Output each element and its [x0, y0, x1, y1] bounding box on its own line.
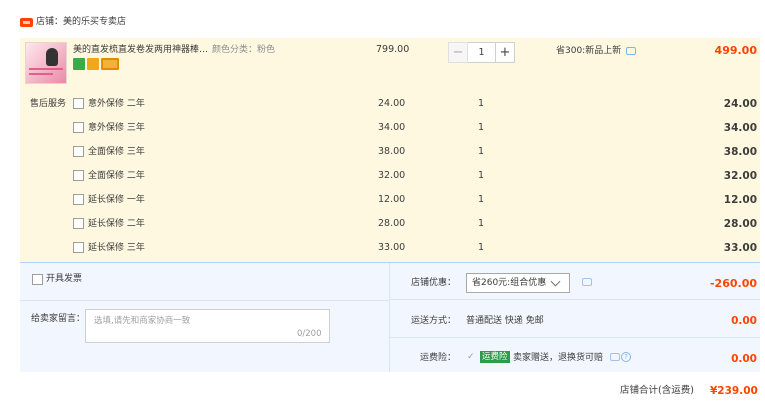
message-label: 给卖家留言：: [31, 314, 86, 324]
service-price: 28.00: [378, 218, 406, 229]
service-name: 延长保修 二年: [88, 219, 145, 229]
service-price: 33.00: [378, 242, 406, 253]
service-row: 意外保修 三年 34.00 1 34.00: [0, 120, 765, 136]
shipping-method: 普通配送 快递 免邮: [466, 316, 544, 326]
service-price: 24.00: [378, 98, 406, 109]
service-row: 延长保修 三年 33.00 1 33.00: [0, 240, 765, 256]
discount-amount: -260.00: [709, 277, 757, 290]
shop-name-link[interactable]: 店铺：美的乐买专卖店: [36, 14, 126, 30]
service-price: 12.00: [378, 194, 406, 205]
service-qty: 1: [478, 98, 485, 109]
insurance-chat-icon[interactable]: [610, 353, 620, 361]
card-payment-icon: [101, 58, 119, 70]
product-image-device: [46, 48, 58, 66]
quantity-decrease-button[interactable]: −: [448, 42, 468, 63]
service-checkbox[interactable]: [73, 122, 84, 133]
service-qty: 1: [478, 122, 485, 133]
service-tags: [73, 58, 119, 70]
service-name: 全面保修 二年: [88, 171, 145, 181]
service-row: 延长保修 二年 28.00 1 28.00: [0, 216, 765, 232]
service-total: 12.00: [723, 194, 757, 206]
help-icon[interactable]: ?: [621, 352, 631, 362]
insurance-description: 卖家赠送，退换货可赔: [513, 353, 604, 363]
invoice-label[interactable]: 开具发票: [46, 272, 82, 286]
service-total: 38.00: [723, 146, 757, 158]
product-image-caption: [29, 68, 63, 70]
unit-price: 799.00: [376, 44, 410, 55]
panel-divider: [389, 263, 390, 372]
quantity-stepper: − 1 +: [448, 42, 519, 63]
service-name: 意外保修 三年: [88, 123, 145, 133]
service-checkbox[interactable]: [73, 242, 84, 253]
service-price: 38.00: [378, 146, 406, 157]
shipping-amount: 0.00: [731, 315, 757, 327]
insurance-amount: 0.00: [731, 353, 757, 365]
panel-divider: [390, 299, 760, 300]
promo-label: 省300:新品上新: [556, 46, 622, 56]
service-total: 32.00: [723, 170, 757, 182]
shop-total-amount: ¥239.00: [710, 385, 758, 397]
service-price: 34.00: [378, 122, 406, 133]
shop-icon: [20, 18, 33, 27]
guarantee-icon: [87, 58, 99, 70]
service-total: 34.00: [723, 122, 757, 134]
service-checkbox[interactable]: [73, 170, 84, 181]
seven-day-return-icon: [73, 58, 85, 70]
service-qty: 1: [478, 146, 485, 157]
service-qty: 1: [478, 194, 485, 205]
quantity-increase-button[interactable]: +: [495, 42, 515, 63]
service-row: 全面保修 二年 32.00 1 32.00: [0, 168, 765, 184]
shop-total-label: 店铺合计(含运费): [620, 385, 694, 396]
service-name: 意外保修 二年: [88, 99, 145, 109]
product-image-caption: [29, 73, 53, 75]
checkmark-icon: ✓: [467, 352, 475, 362]
shop-discount-label: 店铺优惠：: [411, 278, 457, 288]
service-total: 24.00: [723, 98, 757, 110]
service-total: 33.00: [723, 242, 757, 254]
service-row: 全面保修 三年 38.00 1 38.00: [0, 144, 765, 160]
service-qty: 1: [478, 242, 485, 253]
shipping-label: 运送方式：: [411, 316, 457, 326]
discount-chat-icon[interactable]: [582, 278, 592, 286]
service-total: 28.00: [723, 218, 757, 230]
service-checkbox[interactable]: [73, 194, 84, 205]
panel-divider: [390, 337, 760, 338]
service-price: 32.00: [378, 170, 406, 181]
item-subtotal: 499.00: [714, 44, 757, 57]
service-checkbox[interactable]: [73, 218, 84, 229]
shop-discount-selected: 省260元:组合优惠: [472, 278, 547, 288]
promo-chat-icon[interactable]: [626, 47, 636, 55]
message-placeholder: 选填,请先和商家协商一致: [94, 316, 191, 326]
invoice-checkbox[interactable]: [32, 274, 43, 285]
quantity-input[interactable]: 1: [468, 42, 495, 63]
service-row: 意外保修 二年 24.00 1 24.00: [0, 96, 765, 112]
product-title-link[interactable]: 美的直发梳直发卷发两用神器棒…: [73, 44, 208, 56]
service-row: 延长保修 一年 12.00 1 12.00: [0, 192, 765, 208]
service-qty: 1: [478, 218, 485, 229]
service-checkbox[interactable]: [73, 98, 84, 109]
product-spec: 颜色分类：粉色: [212, 45, 276, 55]
service-name: 全面保修 三年: [88, 147, 145, 157]
insurance-badge: 运费险: [480, 351, 510, 363]
panel-divider: [20, 300, 389, 301]
service-qty: 1: [478, 170, 485, 181]
message-char-count: 0/200: [297, 329, 322, 339]
service-name: 延长保修 一年: [88, 195, 145, 205]
insurance-label: 运费险：: [420, 353, 457, 363]
service-name: 延长保修 三年: [88, 243, 145, 253]
service-checkbox[interactable]: [73, 146, 84, 157]
